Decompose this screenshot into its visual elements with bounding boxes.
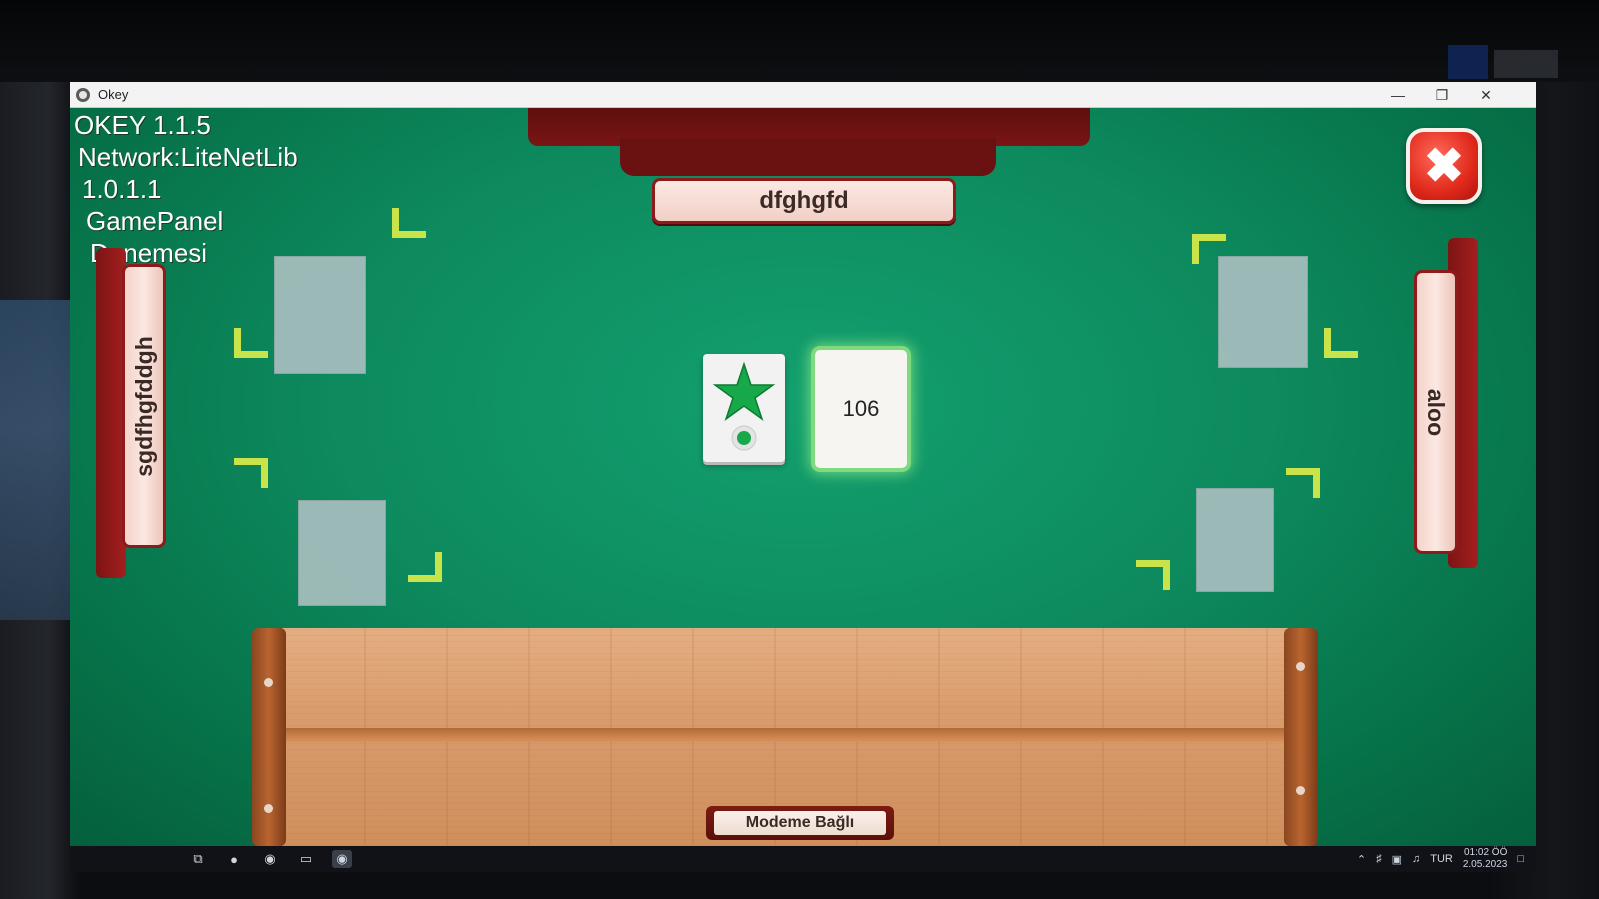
corner-marker xyxy=(392,208,426,238)
watermark-icon xyxy=(1448,45,1488,79)
volume-icon[interactable]: ♫ xyxy=(1412,853,1420,865)
corner-marker xyxy=(408,552,442,582)
clock-time: 01:02 ÖÖ xyxy=(1463,847,1508,858)
language-icon[interactable]: ♯ xyxy=(1376,853,1382,865)
rack-post-left xyxy=(252,628,286,846)
windows-start-icon[interactable]: ⧉ xyxy=(188,850,208,868)
network-icon[interactable]: ▣ xyxy=(1392,853,1402,866)
player-left-plate: sgdfhgfddgh xyxy=(122,264,166,548)
notification-icon[interactable]: □ xyxy=(1517,853,1524,865)
game-table: OKEY 1.1.5 Network:LiteNetLib 1.0.1.1 Ga… xyxy=(70,108,1536,846)
app-icon xyxy=(76,87,90,102)
exit-game-button[interactable]: ✖ xyxy=(1406,128,1482,204)
discard-slot-top-right[interactable] xyxy=(1218,256,1308,368)
taskbar: ⧉ ● ◉ ▭ ◉ ⌃ ♯ ▣ ♫ TUR 01:02 ÖÖ 2.05.2023… xyxy=(70,846,1536,872)
info-lib-version: 1.0.1.1 xyxy=(82,174,162,204)
player-right-name: aloo xyxy=(1423,388,1450,436)
connection-status-button[interactable]: Modeme Bağlı xyxy=(706,806,894,840)
system-tray: ⌃ ♯ ▣ ♫ TUR 01:02 ÖÖ 2.05.2023 □ xyxy=(1357,846,1524,872)
remaining-tiles-pile[interactable]: 106 xyxy=(815,350,907,468)
corner-marker xyxy=(234,458,268,488)
indicator-tile xyxy=(703,354,785,462)
restore-icon[interactable]: ❐ xyxy=(1420,82,1464,108)
discard-slot-bottom-right[interactable] xyxy=(1196,488,1274,592)
okey-window: Okey — ❐ ✕ OKEY 1.1.5 Network:LiteNetLib… xyxy=(70,82,1536,872)
rack-post-right xyxy=(1284,628,1318,846)
clock[interactable]: 01:02 ÖÖ 2.05.2023 xyxy=(1463,847,1508,871)
minimize-icon[interactable]: — xyxy=(1376,82,1420,108)
discard-slot-top-left[interactable] xyxy=(274,256,366,374)
corner-marker xyxy=(234,328,268,358)
discard-slot-bottom-left[interactable] xyxy=(298,500,386,606)
connection-status-label: Modeme Bağlı xyxy=(714,811,886,835)
watermark-text xyxy=(1494,50,1558,78)
star-icon xyxy=(712,361,776,451)
close-window-icon[interactable]: ✕ xyxy=(1464,82,1508,108)
circle-icon xyxy=(737,431,751,445)
chevron-up-icon[interactable]: ⌃ xyxy=(1357,853,1366,866)
chrome-icon[interactable]: ● xyxy=(224,850,244,868)
info-network: Network:LiteNetLib xyxy=(78,142,298,172)
language-indicator[interactable]: TUR xyxy=(1430,853,1453,865)
corner-marker xyxy=(1324,328,1358,358)
rack-shelf xyxy=(282,728,1288,742)
window-title: Okey xyxy=(98,87,129,102)
player-right-plate: aloo xyxy=(1414,270,1458,554)
title-bar[interactable]: Okey — ❐ ✕ xyxy=(70,82,1536,108)
desk-left xyxy=(0,0,80,899)
top-player-banner-inner xyxy=(620,138,996,176)
app-icon[interactable]: ◉ xyxy=(260,850,280,868)
player-left-name: sgdfhgfddgh xyxy=(130,335,157,477)
info-panel: GamePanel xyxy=(86,206,224,236)
corner-marker xyxy=(1286,468,1320,498)
info-version: OKEY 1.1.5 xyxy=(74,110,211,140)
desk-paper xyxy=(0,300,72,620)
monitor-bezel xyxy=(0,0,1599,82)
corner-marker xyxy=(1192,234,1226,264)
folder-icon[interactable]: ▭ xyxy=(296,850,316,868)
okey-app-icon[interactable]: ◉ xyxy=(332,850,352,868)
clock-date: 2.05.2023 xyxy=(1462,859,1508,870)
player-top-name: dfghgfd xyxy=(652,178,956,224)
corner-marker xyxy=(1136,560,1170,590)
